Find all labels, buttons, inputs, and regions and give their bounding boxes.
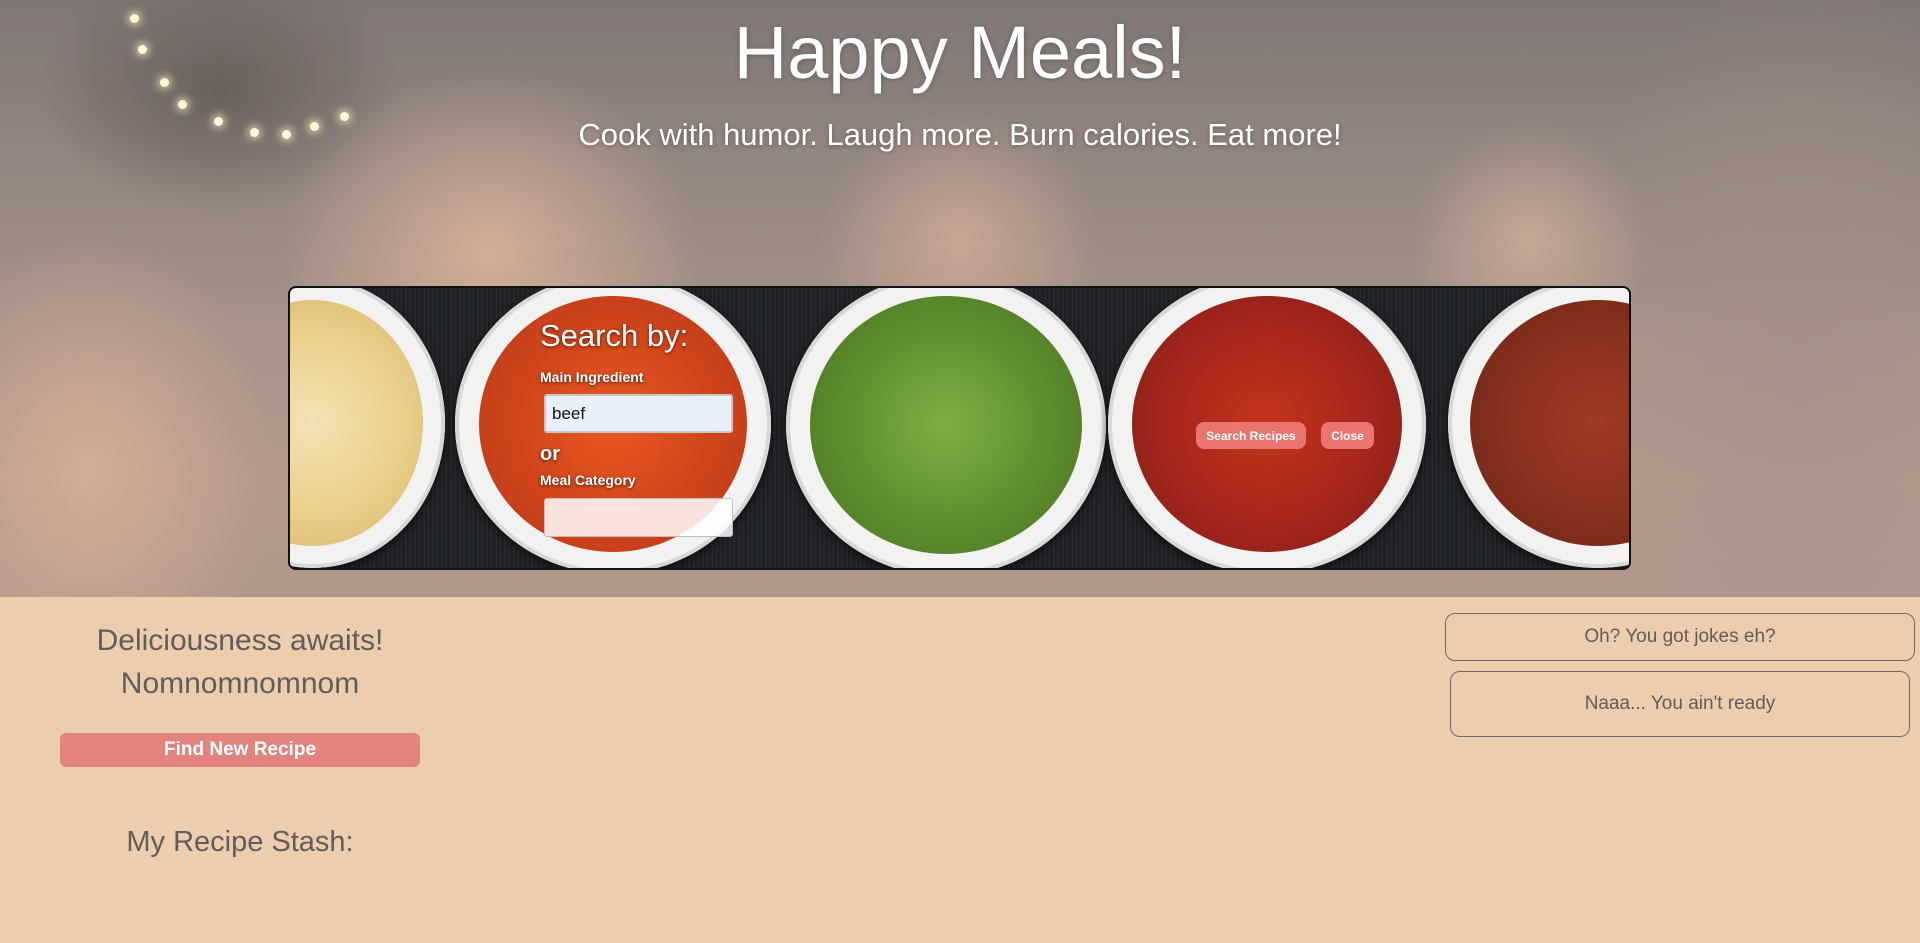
tagline-line1: Deliciousness awaits! — [96, 624, 384, 657]
page-title: Happy Meals! — [733, 11, 1187, 94]
recipe-stash-title: My Recipe Stash: — [126, 826, 354, 858]
bowl-image — [290, 288, 445, 568]
meal-category-input[interactable] — [544, 498, 733, 537]
tagline-line2: Nomnomnomnom — [120, 667, 360, 700]
find-new-recipe-button[interactable]: Find New Recipe — [60, 733, 420, 767]
joke-response-box: Naaa... You ain't ready — [1450, 671, 1910, 737]
meal-category-label: Meal Category — [540, 472, 636, 488]
main-ingredient-input[interactable] — [544, 394, 733, 433]
search-panel: Search by: Main Ingredient or Meal Categ… — [288, 286, 1631, 570]
close-button[interactable]: Close — [1321, 422, 1374, 449]
main-ingredient-label: Main Ingredient — [540, 369, 644, 385]
search-recipes-button[interactable]: Search Recipes — [1196, 422, 1306, 449]
or-label: or — [540, 443, 560, 465]
bowl-image — [786, 288, 1106, 568]
joke-prompt-box[interactable]: Oh? You got jokes eh? — [1445, 613, 1915, 661]
page-subtitle: Cook with humor. Laugh more. Burn calori… — [578, 117, 1342, 152]
bokeh-light — [178, 100, 187, 109]
bowl-image — [1448, 288, 1629, 568]
search-heading: Search by: — [540, 318, 689, 353]
